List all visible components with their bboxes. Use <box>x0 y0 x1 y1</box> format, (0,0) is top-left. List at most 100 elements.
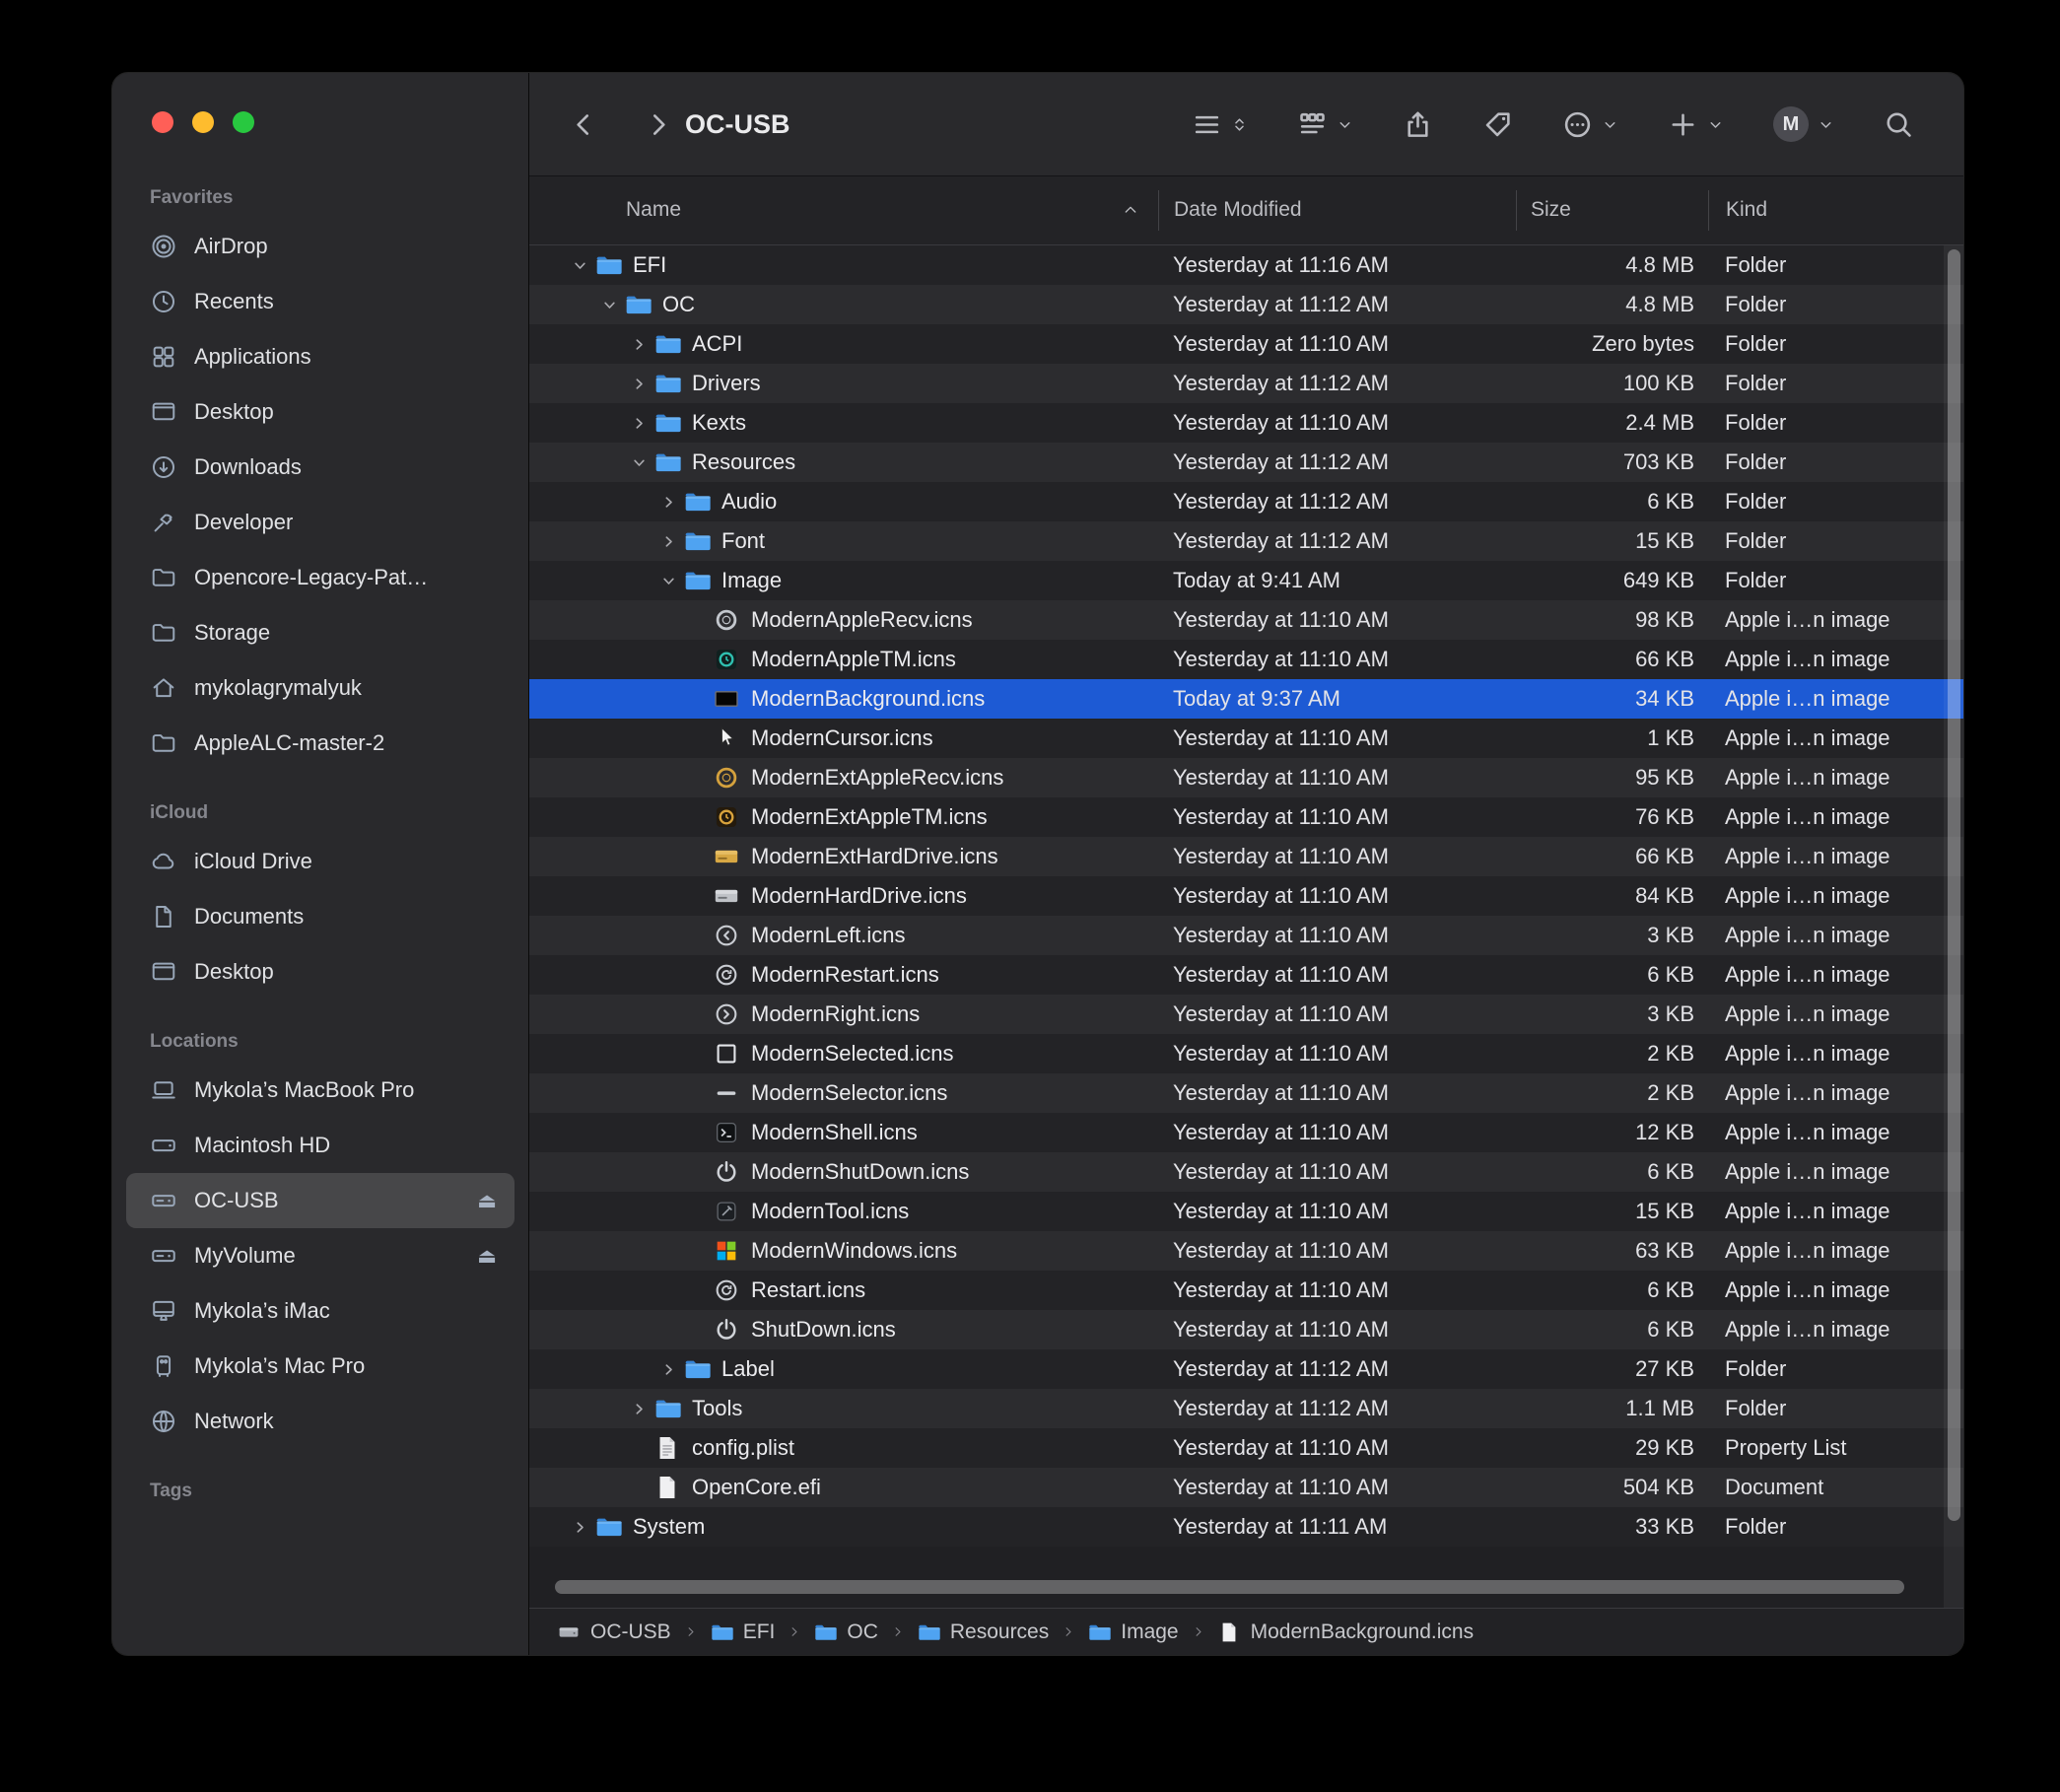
file-row-modernright-icns[interactable]: ModernRight.icnsYesterday at 11:10 AM3 K… <box>529 995 1963 1034</box>
file-row-modernappletm-icns[interactable]: ModernAppleTM.icnsYesterday at 11:10 AM6… <box>529 640 1963 679</box>
file-row-image[interactable]: ImageToday at 9:41 AM649 KBFolder <box>529 561 1963 600</box>
file-row-modernleft-icns[interactable]: ModernLeft.icnsYesterday at 11:10 AM3 KB… <box>529 916 1963 955</box>
sidebar-item-oc-usb[interactable]: OC-USB⏏ <box>126 1173 515 1228</box>
file-row-modernextapplerecv-icns[interactable]: ModernExtAppleRecv.icnsYesterday at 11:1… <box>529 758 1963 797</box>
file-row-modernextharddrive-icns[interactable]: ModernExtHardDrive.icnsYesterday at 11:1… <box>529 837 1963 876</box>
disclosure-triangle[interactable] <box>653 574 683 588</box>
disclosure-triangle[interactable] <box>624 337 653 352</box>
file-row-moderntool-icns[interactable]: ModernTool.icnsYesterday at 11:10 AM15 K… <box>529 1192 1963 1231</box>
chevron-down-icon <box>1707 116 1724 133</box>
column-header-date-modified[interactable]: Date Modified <box>1158 190 1516 231</box>
sidebar-item-opencore-legacy-pat[interactable]: Opencore-Legacy-Pat… <box>126 550 515 605</box>
search-button[interactable] <box>1884 109 1914 140</box>
column-header-name[interactable]: Name <box>529 190 1158 231</box>
file-row-audio[interactable]: AudioYesterday at 11:12 AM6 KBFolder <box>529 482 1963 521</box>
file-row-modernapplerecv-icns[interactable]: ModernAppleRecv.icnsYesterday at 11:10 A… <box>529 600 1963 640</box>
sidebar-item-downloads[interactable]: Downloads <box>126 440 515 495</box>
sidebar-item-storage[interactable]: Storage <box>126 605 515 660</box>
path-item-image[interactable]: Image <box>1087 1620 1178 1644</box>
file-row-system[interactable]: SystemYesterday at 11:11 AM33 KBFolder <box>529 1507 1963 1547</box>
tags-button[interactable] <box>1482 109 1513 140</box>
sidebar-item-network[interactable]: Network <box>126 1394 515 1449</box>
file-row-modernshell-icns[interactable]: ModernShell.icnsYesterday at 11:10 AM12 … <box>529 1113 1963 1152</box>
file-row-acpi[interactable]: ACPIYesterday at 11:10 AMZero bytesFolde… <box>529 324 1963 364</box>
file-row-drivers[interactable]: DriversYesterday at 11:12 AM100 KBFolder <box>529 364 1963 403</box>
horizontal-scrollbar-thumb[interactable] <box>555 1580 1904 1594</box>
file-row-modernshutdown-icns[interactable]: ModernShutDown.icnsYesterday at 11:10 AM… <box>529 1152 1963 1192</box>
close-window-button[interactable] <box>152 111 173 133</box>
file-row-opencore-efi[interactable]: OpenCore.efiYesterday at 11:10 AM504 KBD… <box>529 1468 1963 1507</box>
sidebar-item-macintosh-hd[interactable]: Macintosh HD <box>126 1118 515 1173</box>
file-row-shutdown-icns[interactable]: ShutDown.icnsYesterday at 11:10 AM6 KBAp… <box>529 1310 1963 1349</box>
file-row-resources[interactable]: ResourcesYesterday at 11:12 AM703 KBFold… <box>529 443 1963 482</box>
sidebar-item-myvolume[interactable]: MyVolume⏏ <box>126 1228 515 1283</box>
column-header-size[interactable]: Size <box>1516 190 1708 231</box>
file-row-config-plist[interactable]: config.plistYesterday at 11:10 AM29 KBPr… <box>529 1428 1963 1468</box>
path-item-resources[interactable]: Resources <box>917 1620 1049 1644</box>
sidebar-item-applications[interactable]: Applications <box>126 329 515 384</box>
file-row-modernharddrive-icns[interactable]: ModernHardDrive.icnsYesterday at 11:10 A… <box>529 876 1963 916</box>
file-row-efi[interactable]: EFIYesterday at 11:16 AM4.8 MBFolder <box>529 245 1963 285</box>
disclosure-triangle[interactable] <box>624 1402 653 1416</box>
sidebar-item-mykolagrymalyuk[interactable]: mykolagrymalyuk <box>126 660 515 716</box>
disclosure-triangle[interactable] <box>653 1362 683 1377</box>
file-row-modernbackground-icns[interactable]: ModernBackground.icnsToday at 9:37 AM34 … <box>529 679 1963 719</box>
sidebar-item-desktop[interactable]: Desktop <box>126 384 515 440</box>
sidebar-item-mykola-s-macbook-pro[interactable]: Mykola’s MacBook Pro <box>126 1063 515 1118</box>
file-row-moderncursor-icns[interactable]: ModernCursor.icnsYesterday at 11:10 AM1 … <box>529 719 1963 758</box>
sidebar-item-mykola-s-mac-pro[interactable]: Mykola’s Mac Pro <box>126 1339 515 1394</box>
file-row-tools[interactable]: ToolsYesterday at 11:12 AM1.1 MBFolder <box>529 1389 1963 1428</box>
file-row-oc[interactable]: OCYesterday at 11:12 AM4.8 MBFolder <box>529 285 1963 324</box>
column-header-kind[interactable]: Kind <box>1708 190 1963 231</box>
file-name: ModernSelector.icns <box>751 1080 947 1106</box>
eject-icon[interactable]: ⏏ <box>477 1246 497 1267</box>
sidebar-item-recents[interactable]: Recents <box>126 274 515 329</box>
back-button[interactable] <box>569 109 599 140</box>
sidebar-item-airdrop[interactable]: AirDrop <box>126 219 515 274</box>
sidebar-item-icloud-drive[interactable]: iCloud Drive <box>126 834 515 889</box>
disclosure-triangle[interactable] <box>653 534 683 549</box>
file-row-modernselector-icns[interactable]: ModernSelector.icnsYesterday at 11:10 AM… <box>529 1073 1963 1113</box>
file-kind: Apple i…n image <box>1708 647 1963 672</box>
path-item-oc-usb[interactable]: OC-USB <box>557 1620 671 1644</box>
disclosure-triangle[interactable] <box>565 258 594 273</box>
vertical-scrollbar-thumb[interactable] <box>1948 249 1960 1521</box>
sidebar-item-developer[interactable]: Developer <box>126 495 515 550</box>
disclosure-triangle[interactable] <box>594 298 624 312</box>
disclosure-triangle[interactable] <box>624 455 653 470</box>
disclosure-triangle[interactable] <box>624 416 653 431</box>
view-mode-button[interactable] <box>1192 109 1248 140</box>
file-row-modernextappletm-icns[interactable]: ModernExtAppleTM.icnsYesterday at 11:10 … <box>529 797 1963 837</box>
more-actions-button[interactable] <box>1562 109 1618 140</box>
sidebar-item-desktop[interactable]: Desktop <box>126 944 515 999</box>
file-row-restart-icns[interactable]: Restart.icnsYesterday at 11:10 AM6 KBApp… <box>529 1271 1963 1310</box>
sidebar-item-documents[interactable]: Documents <box>126 889 515 944</box>
eject-icon[interactable]: ⏏ <box>477 1191 497 1211</box>
file-row-label[interactable]: LabelYesterday at 11:12 AM27 KBFolder <box>529 1349 1963 1389</box>
zoom-window-button[interactable] <box>233 111 254 133</box>
account-button[interactable]: M <box>1773 106 1834 142</box>
add-button[interactable] <box>1668 109 1724 140</box>
file-row-modernwindows-icns[interactable]: ModernWindows.icnsYesterday at 11:10 AM6… <box>529 1231 1963 1271</box>
disclosure-triangle[interactable] <box>565 1520 594 1535</box>
disclosure-triangle[interactable] <box>624 377 653 391</box>
file-size: 4.8 MB <box>1516 292 1708 317</box>
file-row-font[interactable]: FontYesterday at 11:12 AM15 KBFolder <box>529 521 1963 561</box>
file-date-modified: Yesterday at 11:10 AM <box>1158 844 1516 869</box>
path-item-efi[interactable]: EFI <box>710 1620 776 1644</box>
group-by-button[interactable] <box>1297 109 1353 140</box>
share-button[interactable] <box>1403 109 1433 140</box>
file-kind: Apple i…n image <box>1708 844 1963 869</box>
path-item-modernbackground-icns[interactable]: ModernBackground.icns <box>1217 1620 1474 1644</box>
minimize-window-button[interactable] <box>192 111 214 133</box>
path-item-oc[interactable]: OC <box>813 1620 878 1644</box>
disclosure-triangle[interactable] <box>653 495 683 510</box>
forward-button[interactable] <box>643 109 673 140</box>
file-name: Resources <box>692 449 795 475</box>
file-row-kexts[interactable]: KextsYesterday at 11:10 AM2.4 MBFolder <box>529 403 1963 443</box>
file-row-modernrestart-icns[interactable]: ModernRestart.icnsYesterday at 11:10 AM6… <box>529 955 1963 995</box>
vertical-scrollbar[interactable] <box>1944 245 1963 1608</box>
file-row-modernselected-icns[interactable]: ModernSelected.icnsYesterday at 11:10 AM… <box>529 1034 1963 1073</box>
sidebar-item-mykola-s-imac[interactable]: Mykola’s iMac <box>126 1283 515 1339</box>
sidebar-item-applealc-master-2[interactable]: AppleALC-master-2 <box>126 716 515 771</box>
